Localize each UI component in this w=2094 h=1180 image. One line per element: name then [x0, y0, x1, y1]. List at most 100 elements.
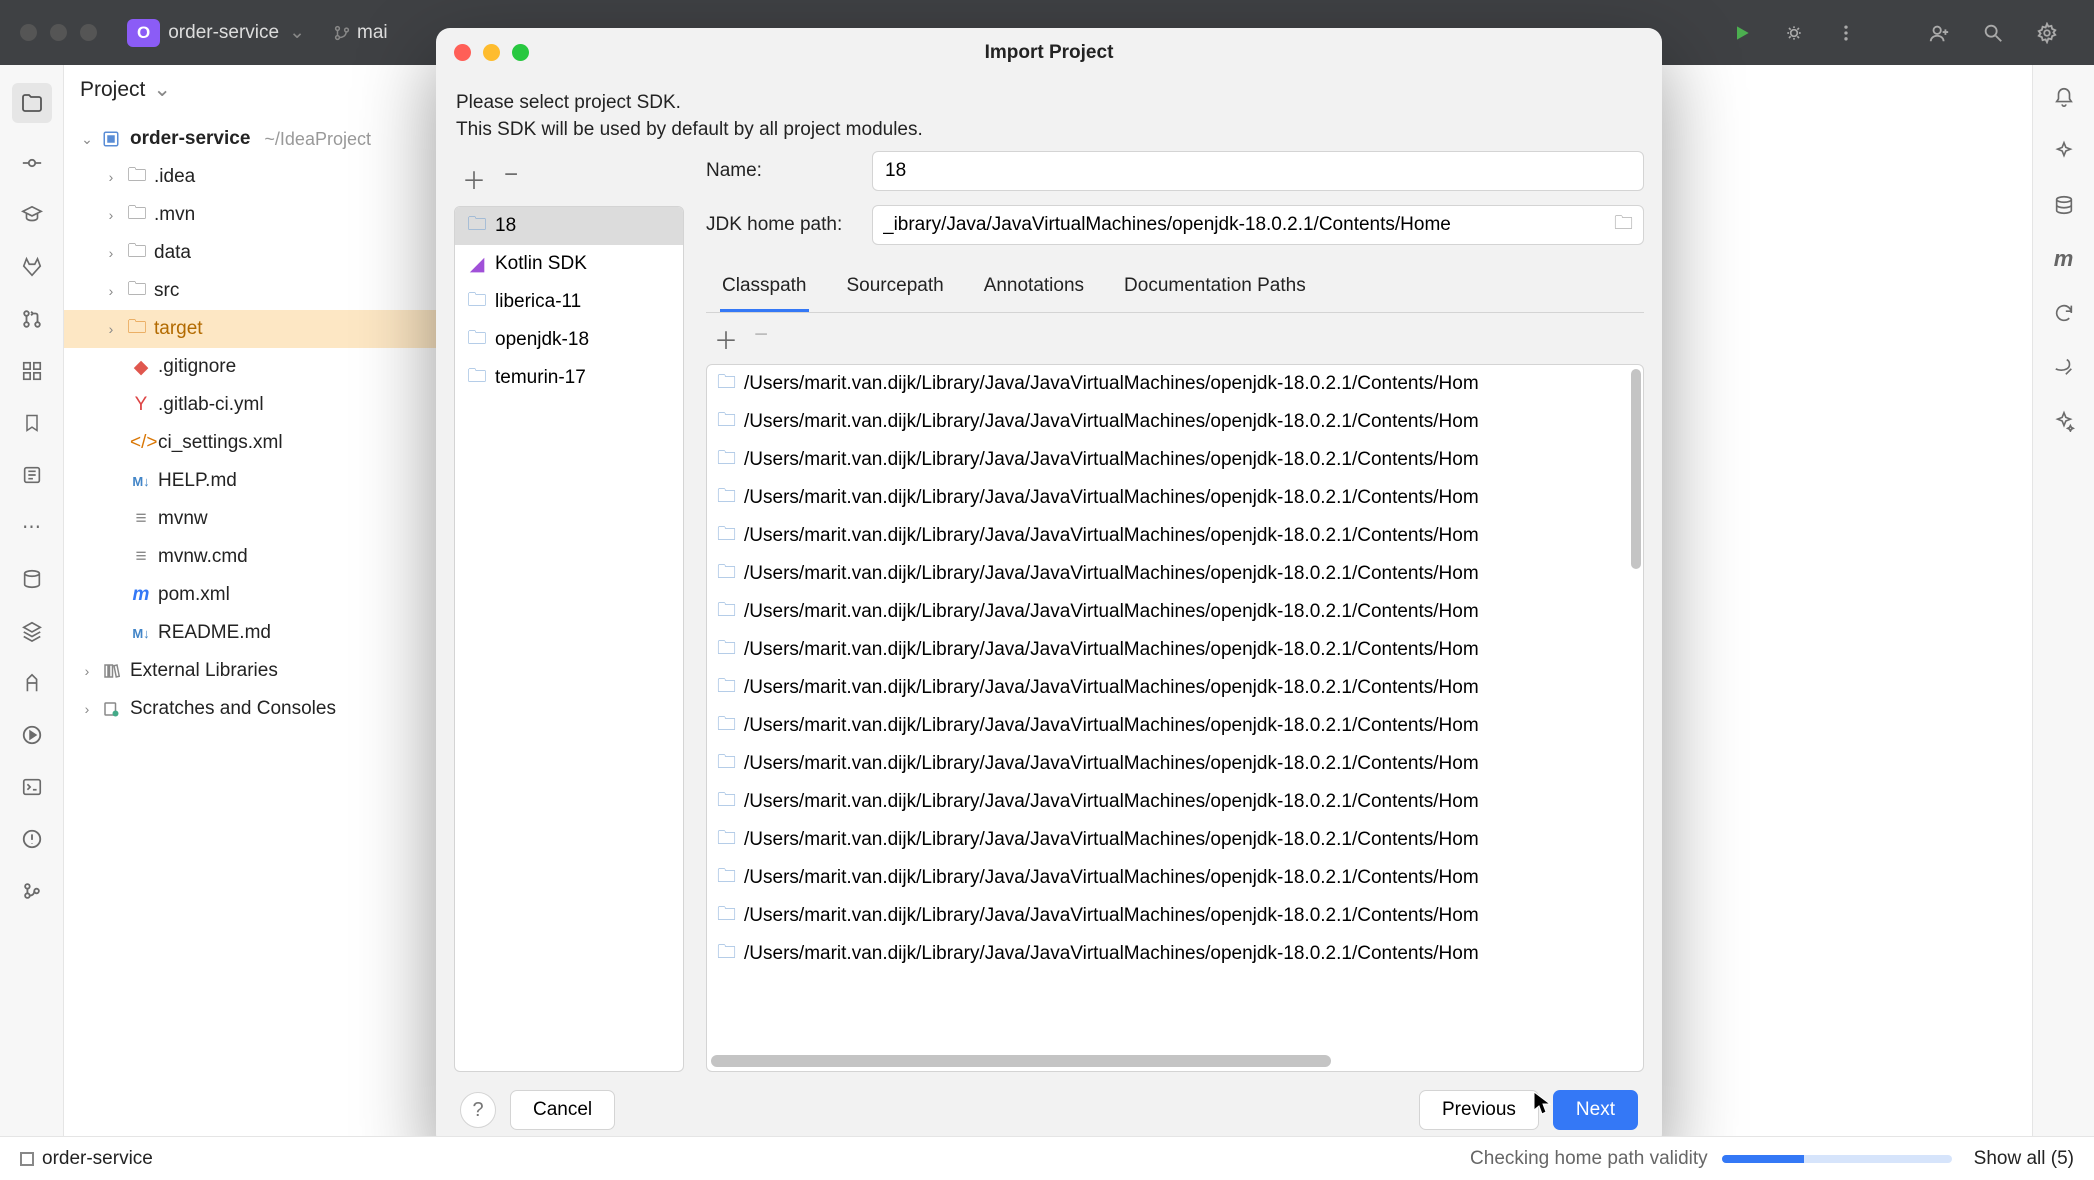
database-icon[interactable]: [2052, 193, 2076, 217]
classpath-item[interactable]: 🗀/Users/marit.van.dijk/Library/Java/Java…: [707, 441, 1643, 479]
tree-file[interactable]: M↓README.md: [64, 614, 439, 652]
settings-icon[interactable]: [2036, 22, 2058, 44]
chevron-right-icon[interactable]: ›: [78, 701, 96, 717]
close-icon[interactable]: [454, 44, 471, 61]
cancel-button[interactable]: Cancel: [510, 1090, 615, 1130]
tree-file[interactable]: ≡mvnw: [64, 500, 439, 538]
tab-classpath[interactable]: Classpath: [720, 267, 809, 312]
progress-bar[interactable]: [1722, 1155, 1952, 1163]
maximize-icon[interactable]: [80, 24, 97, 41]
commit-icon[interactable]: [20, 151, 44, 175]
persistence-icon[interactable]: [20, 463, 44, 487]
tree-folder[interactable]: ›🗀.idea: [64, 158, 439, 196]
run-icon[interactable]: [1732, 23, 1752, 43]
panel-header[interactable]: Project ⌄: [64, 65, 439, 114]
tree-file[interactable]: mpom.xml: [64, 576, 439, 614]
more-icon[interactable]: [1836, 23, 1856, 43]
notifications-icon[interactable]: [2052, 85, 2076, 109]
horizontal-scrollbar[interactable]: [711, 1055, 1331, 1067]
git-tool-icon[interactable]: [20, 879, 44, 903]
classpath-item[interactable]: 🗀/Users/marit.van.dijk/Library/Java/Java…: [707, 555, 1643, 593]
tree-folder[interactable]: ›🗀src: [64, 272, 439, 310]
minimize-icon[interactable]: [483, 44, 500, 61]
chevron-right-icon[interactable]: ›: [102, 207, 120, 223]
tree-file[interactable]: </>ci_settings.xml: [64, 424, 439, 462]
tree-folder[interactable]: ›🗀.mvn: [64, 196, 439, 234]
problems-icon[interactable]: [20, 827, 44, 851]
tree-folder-target[interactable]: ›🗀target: [64, 310, 439, 348]
more-tool-icon[interactable]: ⋯: [20, 515, 44, 539]
chevron-right-icon[interactable]: ›: [102, 321, 120, 337]
sdk-item[interactable]: 🗀openjdk-18: [455, 321, 683, 359]
sdk-item[interactable]: ◢Kotlin SDK: [455, 245, 683, 283]
tab-annotations[interactable]: Annotations: [982, 267, 1086, 312]
debug-icon[interactable]: [1784, 23, 1804, 43]
classpath-item[interactable]: 🗀/Users/marit.van.dijk/Library/Java/Java…: [707, 631, 1643, 669]
sdk-item[interactable]: 🗀temurin-17: [455, 359, 683, 397]
classpath-item[interactable]: 🗀/Users/marit.van.dijk/Library/Java/Java…: [707, 707, 1643, 745]
chevron-down-icon[interactable]: ⌄: [78, 131, 96, 148]
chevron-right-icon[interactable]: ›: [102, 245, 120, 261]
reload-icon[interactable]: [2052, 301, 2076, 325]
tree-file[interactable]: ◆.gitignore: [64, 348, 439, 386]
classpath-item[interactable]: 🗀/Users/marit.van.dijk/Library/Java/Java…: [707, 935, 1643, 973]
classpath-item[interactable]: 🗀/Users/marit.van.dijk/Library/Java/Java…: [707, 669, 1643, 707]
tree-external-libs[interactable]: ›External Libraries: [64, 652, 439, 690]
classpath-item[interactable]: 🗀/Users/marit.van.dijk/Library/Java/Java…: [707, 783, 1643, 821]
classpath-item[interactable]: 🗀/Users/marit.van.dijk/Library/Java/Java…: [707, 821, 1643, 859]
maven-icon[interactable]: m: [2052, 247, 2076, 271]
learn-icon[interactable]: [20, 203, 44, 227]
branch-name[interactable]: mai: [357, 22, 388, 44]
structure-icon[interactable]: [20, 359, 44, 383]
minimize-icon[interactable]: [50, 24, 67, 41]
sdk-item[interactable]: 🗀liberica-11: [455, 283, 683, 321]
classpath-item[interactable]: 🗀/Users/marit.van.dijk/Library/Java/Java…: [707, 403, 1643, 441]
bookmarks-icon[interactable]: [20, 411, 44, 435]
classpath-item[interactable]: 🗀/Users/marit.van.dijk/Library/Java/Java…: [707, 859, 1643, 897]
previous-button[interactable]: Previous: [1419, 1090, 1539, 1130]
chevron-down-icon[interactable]: ⌄: [289, 21, 305, 44]
classpath-item[interactable]: 🗀/Users/marit.van.dijk/Library/Java/Java…: [707, 593, 1643, 631]
tree-file[interactable]: M↓HELP.md: [64, 462, 439, 500]
status-left[interactable]: order-service: [20, 1148, 153, 1170]
chevron-right-icon[interactable]: ›: [102, 169, 120, 185]
tree-root[interactable]: ⌄ order-service ~/IdeaProject: [64, 120, 439, 158]
tree-file[interactable]: Y.gitlab-ci.yml: [64, 386, 439, 424]
sdk-path-input[interactable]: [883, 214, 1614, 236]
add-classpath-button[interactable]: ＋: [714, 321, 738, 356]
tree-scratches[interactable]: ›Scratches and Consoles: [64, 690, 439, 728]
tree-file[interactable]: ≡mvnw.cmd: [64, 538, 439, 576]
terminal-icon[interactable]: [20, 775, 44, 799]
tab-sourcepath[interactable]: Sourcepath: [845, 267, 946, 312]
classpath-item[interactable]: 🗀/Users/marit.van.dijk/Library/Java/Java…: [707, 745, 1643, 783]
project-tool-icon[interactable]: [12, 83, 52, 123]
code-with-me-icon[interactable]: [1928, 22, 1950, 44]
show-all-link[interactable]: Show all (5): [1974, 1148, 2074, 1170]
layers-icon[interactable]: [20, 619, 44, 643]
close-icon[interactable]: [20, 24, 37, 41]
classpath-item[interactable]: 🗀/Users/marit.van.dijk/Library/Java/Java…: [707, 897, 1643, 935]
help-button[interactable]: ?: [460, 1092, 496, 1128]
chevron-right-icon[interactable]: ›: [102, 283, 120, 299]
ai-actions-icon[interactable]: [2052, 409, 2076, 433]
classpath-item[interactable]: 🗀/Users/marit.van.dijk/Library/Java/Java…: [707, 517, 1643, 555]
add-sdk-button[interactable]: ＋: [462, 161, 486, 196]
remove-classpath-button[interactable]: −: [754, 321, 768, 356]
chevron-right-icon[interactable]: ›: [78, 663, 96, 679]
coverage-icon[interactable]: [2052, 355, 2076, 379]
chevron-down-icon[interactable]: ⌄: [153, 77, 171, 102]
sdk-item[interactable]: 🗀18: [455, 207, 683, 245]
maximize-icon[interactable]: [512, 44, 529, 61]
pull-requests-icon[interactable]: [20, 307, 44, 331]
search-icon[interactable]: [1982, 22, 2004, 44]
project-name[interactable]: order-service: [168, 22, 279, 44]
browse-folder-icon[interactable]: 🗀: [1614, 209, 1633, 241]
tree-folder[interactable]: ›🗀data: [64, 234, 439, 272]
remove-sdk-button[interactable]: −: [504, 161, 518, 196]
services-icon[interactable]: [20, 723, 44, 747]
classpath-item[interactable]: 🗀/Users/marit.van.dijk/Library/Java/Java…: [707, 365, 1643, 403]
gitlab-icon[interactable]: [20, 255, 44, 279]
build-icon[interactable]: [20, 671, 44, 695]
next-button[interactable]: Next: [1553, 1090, 1638, 1130]
tab-documentation[interactable]: Documentation Paths: [1122, 267, 1308, 312]
